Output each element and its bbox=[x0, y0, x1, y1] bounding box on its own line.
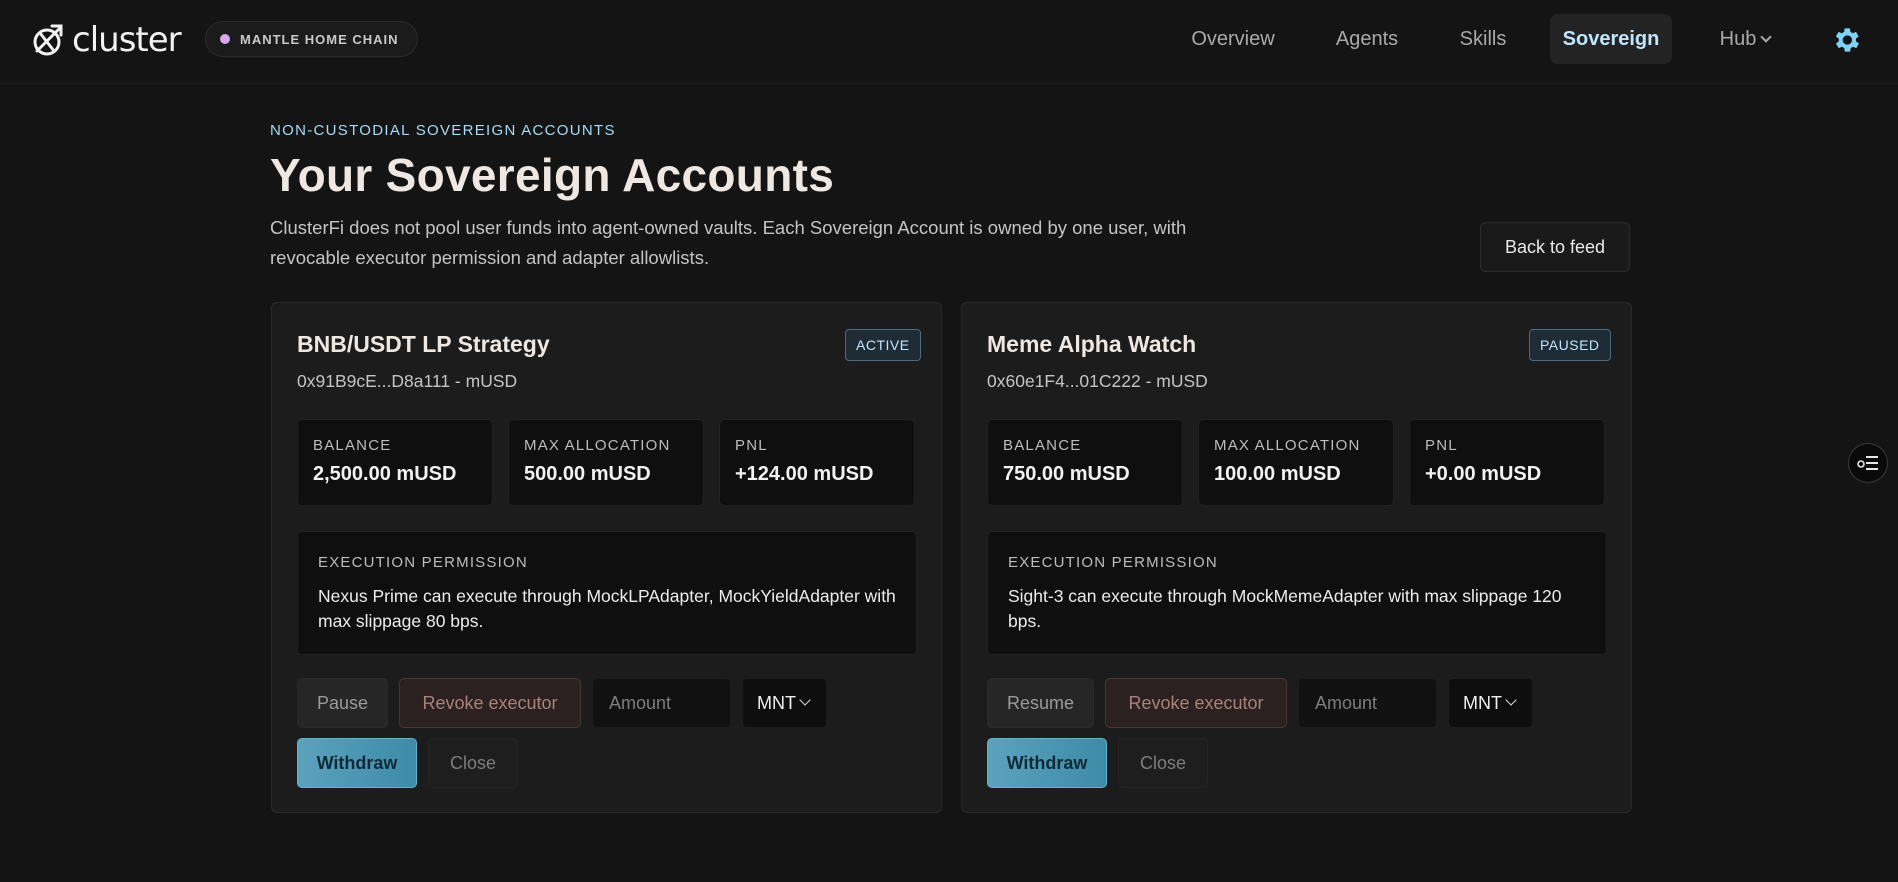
brand-name: cluster bbox=[72, 20, 182, 60]
permission-text: Sight-3 can execute through MockMemeAdap… bbox=[1008, 586, 1562, 631]
revoke-executor-button[interactable]: Revoke executor bbox=[399, 678, 581, 728]
amount-input[interactable] bbox=[592, 678, 731, 728]
pnl-stat: PNL +124.00 mUSD bbox=[719, 419, 915, 506]
stat-value: 750.00 mUSD bbox=[1003, 463, 1130, 485]
chevron-down-icon bbox=[1505, 694, 1517, 706]
withdraw-button[interactable]: Withdraw bbox=[297, 738, 417, 788]
nav-hub[interactable]: Hub bbox=[1700, 14, 1790, 64]
execution-permission-panel: EXECUTION PERMISSION Nexus Prime can exe… bbox=[297, 531, 917, 655]
page-eyebrow: NON-CUSTODIAL SOVEREIGN ACCOUNTS bbox=[270, 122, 616, 139]
chain-indicator[interactable]: MANTLE HOME CHAIN bbox=[205, 21, 418, 57]
stat-label: PNL bbox=[1425, 437, 1458, 454]
list-settings-icon bbox=[1857, 456, 1878, 470]
pnl-stat: PNL +0.00 mUSD bbox=[1409, 419, 1605, 506]
stat-value: +0.00 mUSD bbox=[1425, 463, 1542, 485]
nav-overview[interactable]: Overview bbox=[1173, 14, 1293, 64]
top-navigation-bar: cluster MANTLE HOME CHAIN Overview Agent… bbox=[0, 0, 1898, 84]
nav-skills[interactable]: Skills bbox=[1443, 14, 1523, 64]
token-select-value: MNT bbox=[1463, 693, 1502, 713]
stat-label: MAX ALLOCATION bbox=[1214, 437, 1361, 454]
page-description: ClusterFi does not pool user funds into … bbox=[270, 217, 1187, 268]
floating-tools-button[interactable] bbox=[1848, 443, 1888, 483]
stat-label: BALANCE bbox=[313, 437, 392, 454]
account-address: 0x91B9cE...D8a111 - mUSD bbox=[297, 371, 518, 391]
max-allocation-stat: MAX ALLOCATION 500.00 mUSD bbox=[508, 419, 704, 506]
permission-label: EXECUTION PERMISSION bbox=[1008, 554, 1218, 571]
close-button[interactable]: Close bbox=[1118, 738, 1208, 788]
resume-button[interactable]: Resume bbox=[987, 678, 1094, 728]
account-card: BNB/USDT LP Strategy 0x91B9cE...D8a111 -… bbox=[271, 302, 942, 813]
amount-input[interactable] bbox=[1298, 678, 1437, 728]
account-address: 0x60e1F4...01C222 - mUSD bbox=[987, 371, 1208, 391]
stat-label: PNL bbox=[735, 437, 768, 454]
chevron-down-icon bbox=[1760, 30, 1773, 43]
permission-text: Nexus Prime can execute through MockLPAd… bbox=[318, 586, 896, 631]
balance-stat: BALANCE 750.00 mUSD bbox=[987, 419, 1183, 506]
page-title: Your Sovereign Accounts bbox=[270, 149, 835, 201]
execution-permission-panel: EXECUTION PERMISSION Sight-3 can execute… bbox=[987, 531, 1607, 655]
stat-value: 100.00 mUSD bbox=[1214, 463, 1341, 485]
chain-status-dot bbox=[220, 34, 230, 44]
close-button[interactable]: Close bbox=[428, 738, 518, 788]
withdraw-button[interactable]: Withdraw bbox=[987, 738, 1107, 788]
chain-label: MANTLE HOME CHAIN bbox=[240, 31, 399, 47]
chevron-down-icon bbox=[799, 694, 811, 706]
token-select-value: MNT bbox=[757, 693, 796, 713]
stat-label: MAX ALLOCATION bbox=[524, 437, 671, 454]
gear-icon[interactable] bbox=[1830, 24, 1862, 56]
status-badge: PAUSED bbox=[1529, 329, 1611, 361]
balance-stat: BALANCE 2,500.00 mUSD bbox=[297, 419, 493, 506]
token-select[interactable]: MNT bbox=[742, 678, 827, 728]
token-select[interactable]: MNT bbox=[1448, 678, 1533, 728]
account-name: Meme Alpha Watch bbox=[987, 331, 1197, 357]
revoke-executor-button[interactable]: Revoke executor bbox=[1105, 678, 1287, 728]
nav-agents[interactable]: Agents bbox=[1310, 14, 1424, 64]
pause-button[interactable]: Pause bbox=[297, 678, 388, 728]
stat-value: +124.00 mUSD bbox=[735, 463, 874, 485]
stat-value: 500.00 mUSD bbox=[524, 463, 651, 485]
brand-logo[interactable]: cluster bbox=[30, 20, 182, 60]
max-allocation-stat: MAX ALLOCATION 100.00 mUSD bbox=[1198, 419, 1394, 506]
back-to-feed-button[interactable]: Back to feed bbox=[1480, 222, 1630, 272]
stat-label: BALANCE bbox=[1003, 437, 1082, 454]
permission-label: EXECUTION PERMISSION bbox=[318, 554, 528, 571]
cluster-logo-icon bbox=[33, 24, 63, 56]
nav-sovereign[interactable]: Sovereign bbox=[1550, 14, 1672, 64]
nav-hub-label: Hub bbox=[1719, 28, 1757, 50]
stat-value: 2,500.00 mUSD bbox=[313, 463, 457, 485]
status-badge: ACTIVE bbox=[845, 329, 921, 361]
account-name: BNB/USDT LP Strategy bbox=[297, 331, 550, 357]
account-card: Meme Alpha Watch 0x60e1F4...01C222 - mUS… bbox=[961, 302, 1632, 813]
